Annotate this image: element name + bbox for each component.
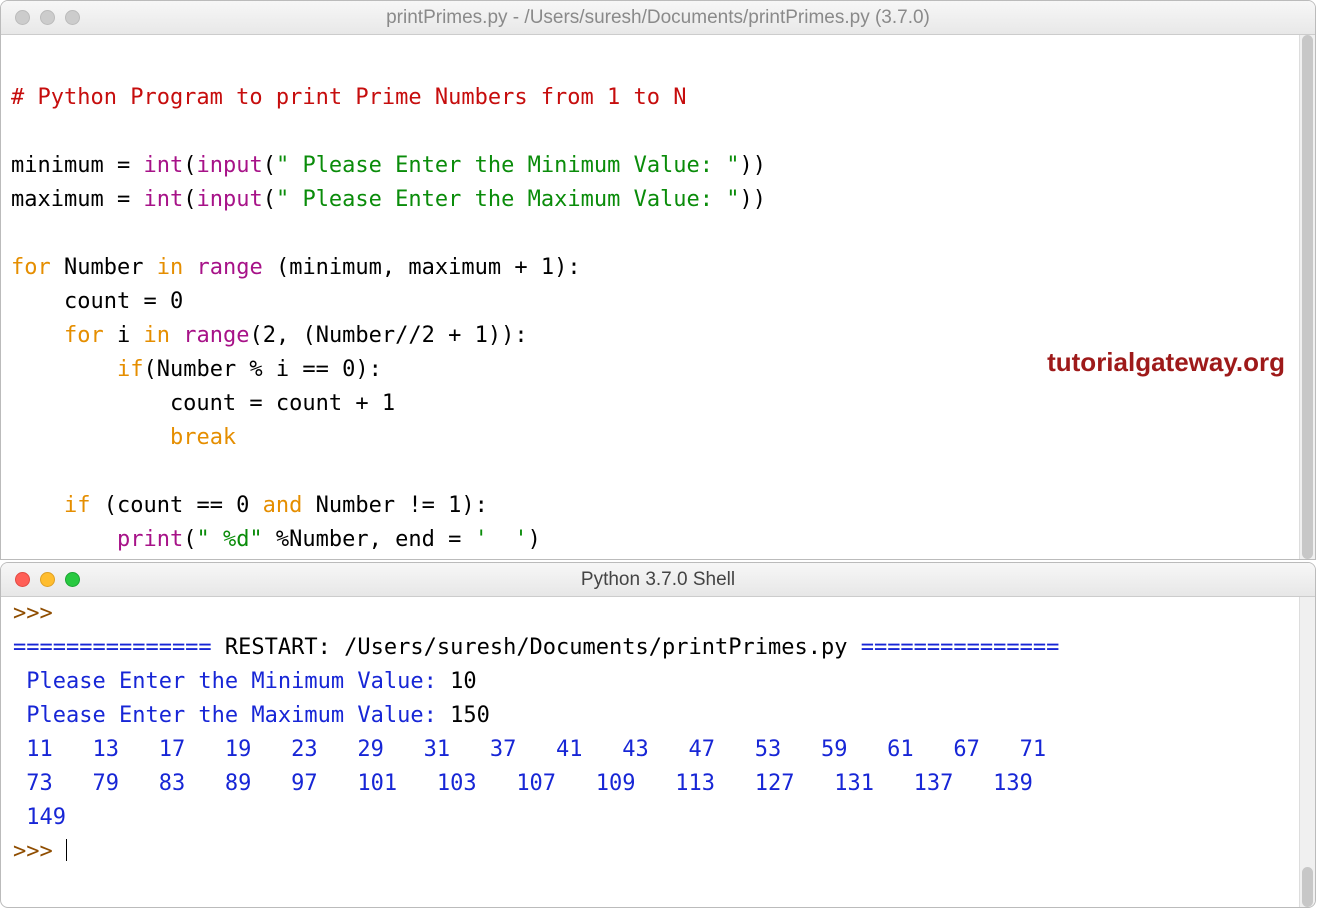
- max-prompt: Please Enter the Maximum Value:: [13, 703, 450, 728]
- restart-path: RESTART: /Users/suresh/Documents/printPr…: [225, 635, 848, 660]
- shell-title: Python 3.7.0 Shell: [1, 569, 1315, 591]
- primes-output-row3: 149: [13, 805, 92, 830]
- editor-title: printPrimes.py - /Users/suresh/Documents…: [1, 7, 1315, 29]
- max-value: 150: [450, 703, 490, 728]
- shell-window: Python 3.7.0 Shell >>> =============== R…: [0, 562, 1316, 908]
- primes-output-row2: 73 79 83 89 97 101 103 107 109 113 127 1…: [13, 771, 1059, 796]
- shell-body[interactable]: >>> =============== RESTART: /Users/sure…: [1, 597, 1315, 869]
- editor-titlebar[interactable]: printPrimes.py - /Users/suresh/Documents…: [1, 1, 1315, 35]
- min-prompt: Please Enter the Minimum Value:: [13, 669, 450, 694]
- shell-prompt: >>>: [13, 839, 66, 864]
- editor-window: printPrimes.py - /Users/suresh/Documents…: [0, 0, 1316, 560]
- primes-output-row1: 11 13 17 19 23 29 31 37 41 43 47 53 59 6…: [13, 737, 1073, 762]
- editor-scrollbar[interactable]: [1299, 35, 1315, 559]
- shell-titlebar[interactable]: Python 3.7.0 Shell: [1, 563, 1315, 597]
- min-value: 10: [450, 669, 477, 694]
- editor-scroll-thumb[interactable]: [1302, 35, 1313, 559]
- cursor-icon: [66, 839, 67, 861]
- shell-scroll-thumb[interactable]: [1302, 867, 1313, 907]
- shell-prompt: >>>: [13, 601, 53, 626]
- watermark: tutorialgateway.org: [1047, 345, 1285, 379]
- shell-scrollbar[interactable]: [1299, 597, 1315, 907]
- code-editor[interactable]: # Python Program to print Prime Numbers …: [1, 35, 1315, 560]
- code-comment: # Python Program to print Prime Numbers …: [11, 85, 687, 110]
